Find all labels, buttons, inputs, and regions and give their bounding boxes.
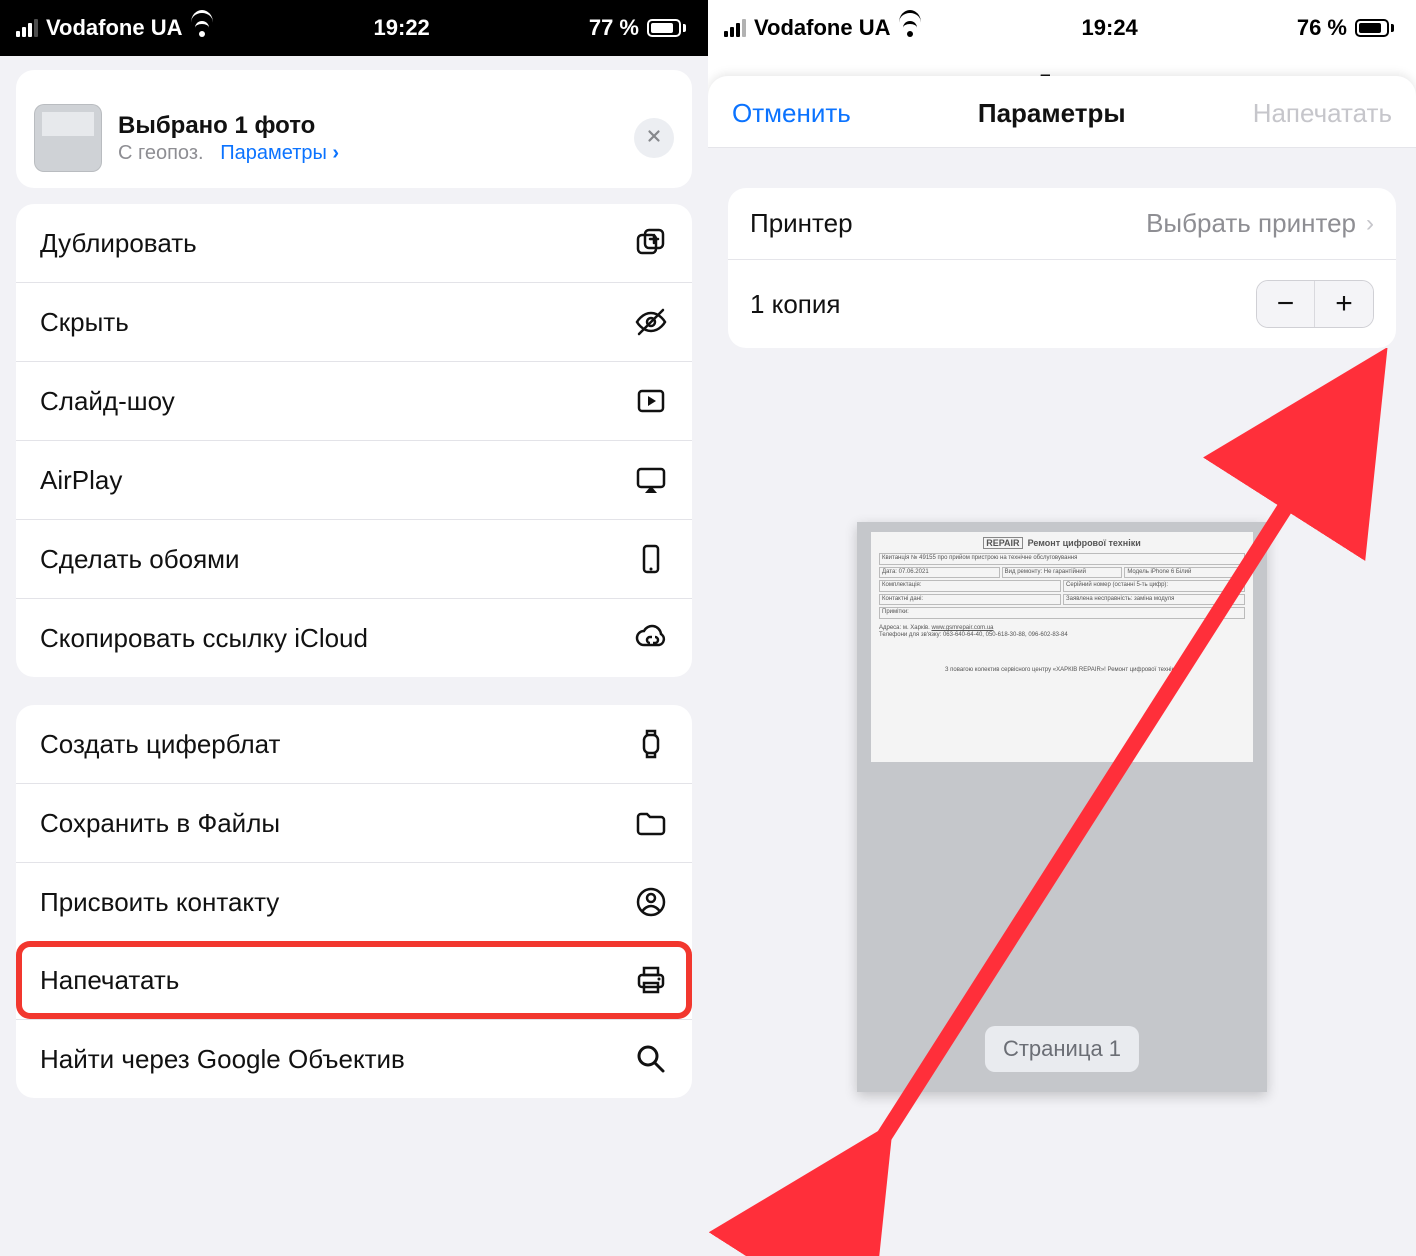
printer-row[interactable]: Принтер Выбрать принтер ›: [728, 188, 1396, 259]
wifi-icon: [190, 19, 214, 37]
modal-header: Отменить Параметры Напечатать: [708, 76, 1416, 148]
cellular-signal-icon: [724, 19, 746, 37]
printer-value: Выбрать принтер: [1146, 208, 1356, 239]
battery-icon: [647, 19, 686, 37]
action-save-files[interactable]: Сохранить в Файлы: [16, 783, 692, 862]
action-icloud-link[interactable]: Скопировать ссылку iCloud: [16, 598, 692, 677]
action-hide[interactable]: Скрыть: [16, 282, 692, 361]
print-options-screenshot: Vodafone UA 19:24 76 % Дом Править Отмен…: [708, 0, 1416, 1256]
icloud-link-icon: [634, 621, 668, 655]
copies-row: 1 копия − +: [728, 259, 1396, 348]
page-thumbnail[interactable]: REPAIR Ремонт цифрової техніки Квитанція…: [857, 522, 1267, 1092]
action-print[interactable]: Напечатать: [16, 941, 692, 1019]
sheet-grabber[interactable]: [16, 70, 692, 90]
print-button[interactable]: Напечатать: [1253, 98, 1392, 129]
slideshow-icon: [634, 384, 668, 418]
airplay-icon: [634, 463, 668, 497]
wallpaper-icon: [634, 542, 668, 576]
status-bar: Vodafone UA 19:22 77 %: [0, 0, 708, 56]
cancel-button[interactable]: Отменить: [732, 98, 851, 129]
cellular-signal-icon: [16, 19, 38, 37]
action-create-watchface[interactable]: Создать циферблат: [16, 705, 692, 783]
action-slideshow[interactable]: Слайд-шоу: [16, 361, 692, 440]
contact-icon: [634, 885, 668, 919]
action-assign-contact[interactable]: Присвоить контакту: [16, 862, 692, 941]
status-bar: Vodafone UA 19:24 76 %: [708, 0, 1416, 56]
chevron-right-icon: ›: [332, 142, 339, 164]
page-preview[interactable]: REPAIR Ремонт цифрової техніки Квитанція…: [708, 348, 1416, 1256]
copies-decrement-button[interactable]: −: [1257, 281, 1315, 327]
share-sheet-screenshot: Vodafone UA 19:22 77 % Выбрано 1 фото С …: [0, 0, 708, 1256]
close-share-button[interactable]: [634, 118, 674, 158]
close-icon: [645, 127, 663, 150]
action-google-lens[interactable]: Найти через Google Объектив: [16, 1019, 692, 1098]
duplicate-icon: [634, 226, 668, 260]
copies-stepper: − +: [1256, 280, 1374, 328]
hide-icon: [634, 305, 668, 339]
options-link[interactable]: Параметры: [220, 142, 327, 164]
copies-increment-button[interactable]: +: [1315, 281, 1373, 327]
action-group-1: Дублировать Скрыть Слайд-шоу: [16, 204, 692, 677]
action-wallpaper[interactable]: Сделать обоями: [16, 519, 692, 598]
action-duplicate[interactable]: Дублировать: [16, 204, 692, 282]
modal-title: Параметры: [851, 98, 1253, 129]
search-icon: [634, 1042, 668, 1076]
printer-icon: [634, 963, 668, 997]
status-time: 19:22: [374, 15, 430, 41]
folder-icon: [634, 806, 668, 840]
carrier-label: Vodafone UA: [754, 15, 890, 41]
page-number-badge: Страница 1: [985, 1026, 1139, 1072]
printer-label: Принтер: [750, 208, 853, 239]
chevron-right-icon: ›: [1366, 210, 1374, 238]
watchface-icon: [634, 727, 668, 761]
status-time: 19:24: [1082, 15, 1138, 41]
battery-percent: 76 %: [1297, 15, 1347, 41]
carrier-label: Vodafone UA: [46, 15, 182, 41]
document-content: REPAIR Ремонт цифрової техніки Квитанція…: [871, 532, 1253, 762]
share-title: Выбрано 1 фото: [118, 112, 618, 140]
action-group-2: Создать циферблат Сохранить в Файлы Прис…: [16, 705, 692, 1098]
copies-label: 1 копия: [750, 289, 841, 320]
print-settings-group: Принтер Выбрать принтер › 1 копия − +: [728, 188, 1396, 348]
battery-percent: 77 %: [589, 15, 639, 41]
action-airplay[interactable]: AirPlay: [16, 440, 692, 519]
share-subtitle: С геопоз. Параметры ›: [118, 142, 618, 165]
selected-photo-thumbnail[interactable]: [34, 104, 102, 172]
share-header: Выбрано 1 фото С геопоз. Параметры ›: [16, 90, 692, 188]
print-options-modal: Отменить Параметры Напечатать Принтер Вы…: [708, 76, 1416, 1256]
battery-icon: [1355, 19, 1394, 37]
wifi-icon: [898, 19, 922, 37]
